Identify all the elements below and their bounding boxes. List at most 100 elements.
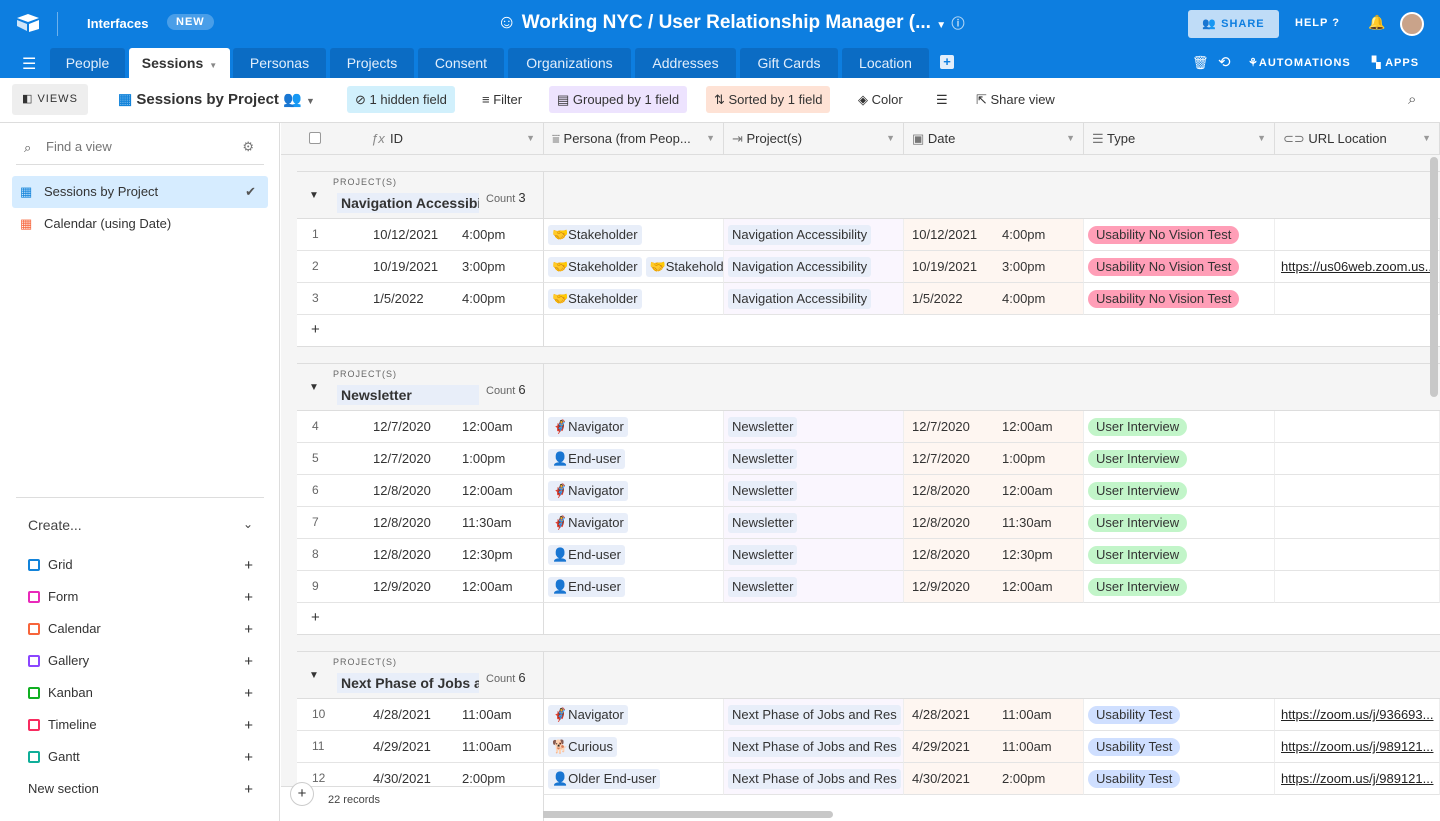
persona-cell[interactable]: 🐕Curious <box>544 731 724 763</box>
row-height-icon[interactable]: ☰ <box>928 86 956 113</box>
create-gallery[interactable]: Gallery + <box>28 653 253 670</box>
create-section-toggle[interactable]: Create... ⌄ <box>28 517 253 533</box>
url-cell[interactable]: https://zoom.us/j/989121... <box>1275 763 1440 795</box>
persona-cell[interactable]: 👤End-user <box>544 539 724 571</box>
table-row[interactable]: 11 4/29/2021 11:00am 🐕Curious Next Phase of … <box>297 731 1440 763</box>
type-cell[interactable]: Usability Test <box>1084 763 1275 795</box>
date-cell[interactable]: 4/29/2021 11:00am <box>904 731 1084 763</box>
view-switcher[interactable]: ▦ Sessions by Project 👥 ▼ <box>110 86 323 113</box>
automations-button[interactable]: ⚘AUTOMATIONS <box>1248 56 1351 69</box>
date-cell[interactable]: 4/28/2021 11:00am <box>904 699 1084 731</box>
base-title[interactable]: ☺ Working NYC / User Relationship Manage… <box>497 12 964 34</box>
id-cell[interactable]: 7 12/8/2020 11:30am <box>297 507 544 539</box>
collapse-triangle-icon[interactable]: ▼ <box>309 190 319 201</box>
filter-button[interactable]: ≡ Filter <box>474 86 530 113</box>
type-cell[interactable]: Usability No Vision Test <box>1084 283 1275 315</box>
find-view-field[interactable]: ⌕ ⚙ <box>16 133 264 165</box>
table-row[interactable]: 8 12/8/2020 12:30pm 👤End-user Newsletter 12/8… <box>297 539 1440 571</box>
table-row[interactable]: 3 1/5/2022 4:00pm 🤝Stakeholder Navigation Ac… <box>297 283 1440 315</box>
date-cell[interactable]: 12/7/2020 1:00pm <box>904 443 1084 475</box>
persona-cell[interactable]: 👤Older End-user <box>544 763 724 795</box>
type-cell[interactable]: User Interview <box>1084 507 1275 539</box>
table-row[interactable]: 4 12/7/2020 12:00am 🦸‍♀️Navigator Newsletter… <box>297 411 1440 443</box>
url-cell[interactable]: https://zoom.us/j/989121... <box>1275 731 1440 763</box>
sidebar-view-sessions-by-project[interactable]: ▦ Sessions by Project ✔ <box>12 176 268 208</box>
table-row[interactable]: 1 10/12/2021 4:00pm 🤝Stakeholder Navigation … <box>297 219 1440 251</box>
date-cell[interactable]: 10/19/2021 3:00pm <box>904 251 1084 283</box>
date-cell[interactable]: 1/5/2022 4:00pm <box>904 283 1084 315</box>
add-record-button[interactable]: + <box>290 782 314 806</box>
persona-cell[interactable]: 👤End-user <box>544 443 724 475</box>
column-header-type[interactable]: ☰ Type ▼ <box>1084 123 1275 154</box>
gear-icon[interactable]: ⚙ <box>242 139 254 155</box>
project-cell[interactable]: Navigation Accessibility <box>724 219 904 251</box>
id-cell[interactable]: 3 1/5/2022 4:00pm <box>297 283 544 315</box>
trash-icon[interactable]: 🗑 <box>1192 55 1209 71</box>
vertical-scrollbar[interactable] <box>1430 157 1438 397</box>
column-header-projects[interactable]: ⇥ Project(s) ▼ <box>724 123 904 154</box>
persona-cell[interactable]: 🤝Stakeholder <box>544 283 724 315</box>
id-cell[interactable]: 5 12/7/2020 1:00pm <box>297 443 544 475</box>
search-icon[interactable]: ⌕ <box>1400 86 1424 113</box>
persona-cell[interactable]: 🤝Stakeholder <box>544 219 724 251</box>
sort-button[interactable]: ⇅ Sorted by 1 field <box>706 86 831 113</box>
id-cell[interactable]: 6 12/8/2020 12:00am <box>297 475 544 507</box>
persona-cell[interactable]: 👤End-user <box>544 571 724 603</box>
id-cell[interactable]: 2 10/19/2021 3:00pm <box>297 251 544 283</box>
find-view-input[interactable] <box>46 139 226 154</box>
id-cell[interactable]: 4 12/7/2020 12:00am <box>297 411 544 443</box>
interfaces-link[interactable]: Interfaces <box>87 16 148 31</box>
project-cell[interactable]: Next Phase of Jobs and Res <box>724 763 904 795</box>
share-view-button[interactable]: ⇱ Share view <box>968 86 1063 113</box>
group-header[interactable]: PROJECT(S) ▼ Next Phase of Jobs a Count 6 <box>297 651 1440 700</box>
create-form[interactable]: Form + <box>28 589 253 606</box>
create-grid[interactable]: Grid + <box>28 557 253 574</box>
id-cell[interactable]: 8 12/8/2020 12:30pm <box>297 539 544 571</box>
share-button[interactable]: 👥 SHARE <box>1188 10 1279 38</box>
add-table-icon[interactable]: + <box>940 55 954 69</box>
type-cell[interactable]: Usability Test <box>1084 731 1275 763</box>
date-cell[interactable]: 12/8/2020 12:00am <box>904 475 1084 507</box>
date-cell[interactable]: 12/9/2020 12:00am <box>904 571 1084 603</box>
hide-fields-button[interactable]: ⊘ 1 hidden field <box>347 86 455 113</box>
tab-people[interactable]: People <box>50 48 125 78</box>
table-row[interactable]: 2 10/19/2021 3:00pm 🤝Stakeholder🤝Stakeholde… <box>297 251 1440 283</box>
type-cell[interactable]: User Interview <box>1084 443 1275 475</box>
group-header[interactable]: PROJECT(S) ▼ Newsletter Count 6 <box>297 363 1440 412</box>
collapse-triangle-icon[interactable]: ▼ <box>309 382 319 393</box>
tab-addresses[interactable]: Addresses <box>635 48 736 78</box>
table-row[interactable]: 10 4/28/2021 11:00am 🦸‍♀️Navigator Next Phas… <box>297 699 1440 731</box>
url-cell[interactable] <box>1275 443 1440 475</box>
url-link[interactable]: https://zoom.us/j/936693... <box>1281 707 1433 722</box>
avatar[interactable] <box>1400 12 1424 36</box>
add-row-button[interactable]: + <box>297 315 1440 347</box>
group-button[interactable]: ▤ Grouped by 1 field <box>549 86 688 113</box>
collapse-triangle-icon[interactable]: ▼ <box>309 670 319 681</box>
date-cell[interactable]: 12/8/2020 11:30am <box>904 507 1084 539</box>
views-toggle[interactable]: ◧ VIEWS <box>12 84 88 115</box>
tab-gift-cards[interactable]: Gift Cards <box>740 48 838 78</box>
project-cell[interactable]: Next Phase of Jobs and Res <box>724 731 904 763</box>
bell-icon[interactable]: 🔔 <box>1368 14 1385 31</box>
persona-cell[interactable]: 🦸‍♀️Navigator <box>544 507 724 539</box>
project-cell[interactable]: Newsletter <box>724 411 904 443</box>
id-cell[interactable]: 10 4/28/2021 11:00am <box>297 699 544 731</box>
add-row-button[interactable]: + <box>297 603 1440 635</box>
date-cell[interactable]: 4/30/2021 2:00pm <box>904 763 1084 795</box>
id-cell[interactable]: 11 4/29/2021 11:00am <box>297 731 544 763</box>
persona-cell[interactable]: 🦸‍♀️Navigator <box>544 699 724 731</box>
create-timeline[interactable]: Timeline + <box>28 717 253 734</box>
url-cell[interactable] <box>1275 219 1440 251</box>
help-button[interactable]: HELP ? <box>1295 17 1340 29</box>
menu-icon[interactable]: ☰ <box>22 54 36 74</box>
url-link[interactable]: https://zoom.us/j/989121... <box>1281 739 1433 754</box>
tab-personas[interactable]: Personas <box>233 48 326 78</box>
tab-location[interactable]: Location <box>842 48 929 78</box>
url-link[interactable]: https://us06web.zoom.us... <box>1281 259 1436 274</box>
url-cell[interactable] <box>1275 539 1440 571</box>
column-header-id[interactable]: ƒx ID ▼ <box>281 123 544 154</box>
create-calendar[interactable]: Calendar + <box>28 621 253 638</box>
project-cell[interactable]: Newsletter <box>724 539 904 571</box>
id-cell[interactable]: 1 10/12/2021 4:00pm <box>297 219 544 251</box>
project-cell[interactable]: Newsletter <box>724 571 904 603</box>
